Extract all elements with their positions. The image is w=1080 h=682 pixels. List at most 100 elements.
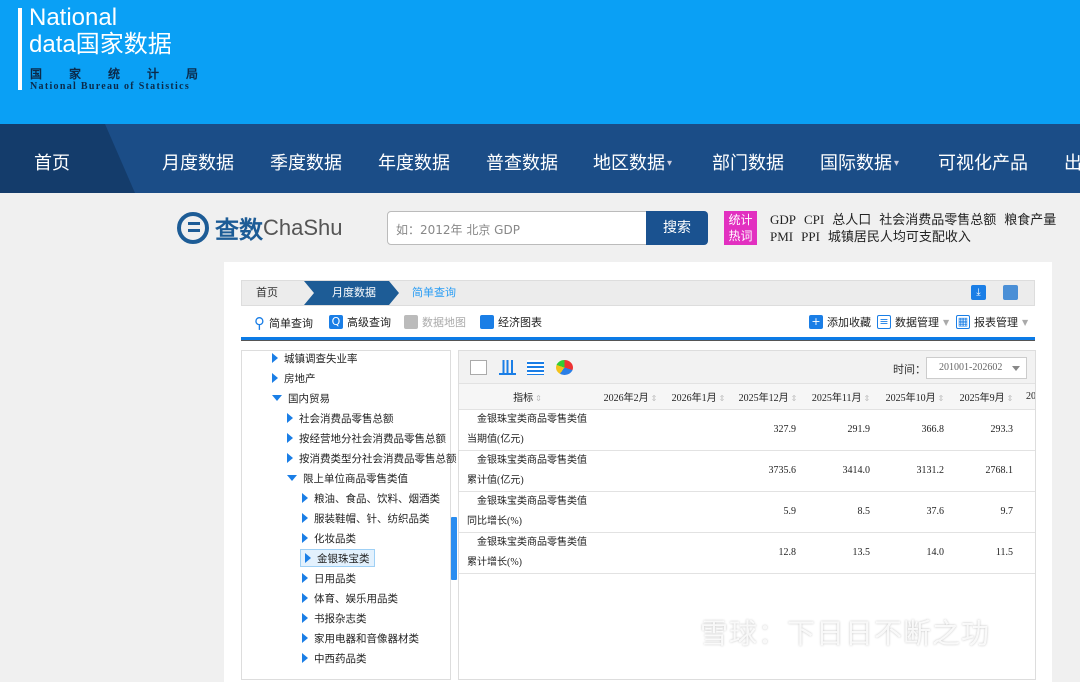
value-cell bbox=[665, 409, 732, 451]
nav-item[interactable]: 国际数据 ▾ bbox=[820, 124, 899, 193]
tree-node[interactable]: 体育、娱乐用品类 bbox=[302, 589, 398, 607]
sort-icon[interactable]: ⇕ bbox=[651, 394, 658, 403]
hot-word-link[interactable]: PMI bbox=[770, 229, 793, 244]
nav-item[interactable]: 普查数据 bbox=[486, 124, 558, 193]
hot-word-link[interactable]: 城镇居民人均可支配收入 bbox=[828, 229, 971, 244]
nav-item[interactable]: 月度数据 bbox=[162, 124, 234, 193]
tree-scrollbar[interactable] bbox=[451, 517, 457, 580]
tree-node[interactable]: 限上单位商品零售类值 bbox=[287, 469, 408, 487]
sort-icon[interactable]: ⇕ bbox=[863, 394, 870, 403]
column-header[interactable]: 2026年1月 ⇕ bbox=[665, 384, 732, 410]
data-management-menu[interactable]: ≡ 数据管理 ▼ bbox=[877, 314, 949, 330]
caret-right-icon bbox=[302, 493, 308, 503]
tree-node[interactable]: 日用品类 bbox=[302, 569, 356, 587]
nav-item[interactable]: 地区数据 ▾ bbox=[593, 124, 672, 193]
search-button[interactable]: 搜索 bbox=[646, 211, 708, 245]
nav-item[interactable]: 首页 bbox=[34, 124, 70, 193]
tree-node[interactable]: 中西药品类 bbox=[302, 649, 367, 667]
caret-right-icon bbox=[302, 573, 308, 583]
caret-down-icon bbox=[272, 395, 282, 401]
hot-word-link[interactable]: PPI bbox=[801, 229, 820, 244]
column-header[interactable]: 2026年2月 ⇕ bbox=[596, 384, 665, 410]
tree-node-label: 按消费类型分社会消费品零售总额 bbox=[299, 452, 457, 465]
advanced-query-button[interactable]: Q 高级查询 bbox=[329, 314, 391, 330]
value-cell: 366.8 bbox=[878, 409, 952, 451]
column-header-label: 2025年11月 bbox=[811, 392, 862, 404]
value-cell bbox=[1021, 532, 1035, 574]
value-cell bbox=[665, 532, 732, 574]
sort-icon[interactable]: ⇕ bbox=[938, 394, 945, 403]
indicator-cell: 金银珠宝类商品零售类值 累计值(亿元) bbox=[459, 450, 596, 492]
tree-node[interactable]: 社会消费品零售总额 bbox=[287, 409, 394, 427]
tree-node[interactable]: 按消费类型分社会消费品零售总额 bbox=[287, 449, 457, 467]
report-management-menu[interactable]: ▦ 报表管理 ▼ bbox=[956, 314, 1028, 330]
tree-node[interactable]: 房地产 bbox=[272, 369, 316, 387]
tree-node-label: 按经营地分社会消费品零售总额 bbox=[299, 432, 446, 445]
breadcrumb-home[interactable]: 首页 bbox=[256, 281, 278, 305]
data-map-button[interactable]: 数据地图 bbox=[404, 314, 466, 330]
hot-word-link[interactable]: 社会消费品零售总额 bbox=[879, 212, 996, 227]
label: 数据地图 bbox=[422, 316, 466, 329]
simple-query-button[interactable]: ⚲ 简单查询 bbox=[254, 314, 313, 332]
tree-node[interactable]: 金银珠宝类 bbox=[300, 549, 375, 567]
sort-icon[interactable]: ⇕ bbox=[791, 394, 798, 403]
bar-chart-icon[interactable] bbox=[499, 360, 516, 375]
value-cell: 293.3 bbox=[952, 409, 1021, 451]
logo-text: National bbox=[29, 4, 118, 31]
map-icon bbox=[404, 315, 418, 329]
indicator-tree: 城镇调查失业率 房地产国内贸易社会消费品零售总额按经营地分社会消费品零售总额 按消费… bbox=[241, 349, 457, 680]
sort-icon[interactable]: ⇕ bbox=[1007, 394, 1014, 403]
sort-icon[interactable]: ⇕ bbox=[535, 394, 542, 403]
time-range-select[interactable]: 201001-202602 bbox=[926, 357, 1027, 379]
add-favorite-button[interactable]: + 添加收藏 bbox=[809, 314, 871, 330]
tree-node[interactable]: 按经营地分社会消费品零售总额 bbox=[287, 429, 446, 447]
tree-node[interactable]: 服装鞋帽、针、纺织品类 bbox=[302, 509, 430, 527]
hot-word-link[interactable]: GDP bbox=[770, 212, 796, 227]
logo-text: 国家统计局 bbox=[30, 67, 226, 81]
sort-icon[interactable]: ⇕ bbox=[719, 394, 726, 403]
column-header[interactable]: 2025年11月 ⇕ bbox=[804, 384, 878, 410]
nav-item[interactable]: 部门数据 bbox=[712, 124, 784, 193]
tree-node[interactable]: 国内贸易 bbox=[272, 389, 330, 407]
label: 简单查询 bbox=[269, 317, 313, 330]
horizontal-bar-icon[interactable] bbox=[527, 360, 544, 375]
label: 经济图表 bbox=[498, 316, 542, 329]
breadcrumb-monthly[interactable]: 月度数据 bbox=[304, 281, 399, 305]
caret-right-icon bbox=[302, 513, 308, 523]
column-header[interactable]: 指标 ⇕ bbox=[459, 384, 596, 410]
hot-word-link[interactable]: CPI bbox=[804, 212, 824, 227]
column-header-label: 2025年12月 bbox=[738, 392, 789, 404]
nav-item[interactable]: 可视化产品 bbox=[938, 124, 1028, 193]
breadcrumb-simple-query[interactable]: 简单查询 bbox=[412, 281, 456, 305]
nav-item[interactable]: 出 bbox=[1064, 124, 1080, 193]
hot-word-link[interactable]: 粮食产量 bbox=[1004, 212, 1056, 227]
tree-node[interactable]: 粮油、食品、饮料、烟酒类 bbox=[302, 489, 440, 507]
tree-node[interactable]: 化妆品类 bbox=[302, 529, 356, 547]
hot-word-link[interactable]: 总人口 bbox=[832, 212, 871, 227]
indicator-name: 金银珠宝类商品零售类值 bbox=[477, 495, 587, 507]
tree-node[interactable]: 家用电器和音像器材类 bbox=[302, 629, 419, 647]
tree-node[interactable]: 书报杂志类 bbox=[302, 609, 367, 627]
column-header[interactable]: 20 bbox=[1021, 384, 1035, 410]
download-icon[interactable]: ⤓ bbox=[971, 285, 986, 300]
column-header[interactable]: 2025年10月 ⇕ bbox=[878, 384, 952, 410]
indicator-name: 累计值(亿元) bbox=[467, 474, 524, 486]
print-icon[interactable] bbox=[1003, 285, 1018, 300]
nav-item[interactable]: 季度数据 bbox=[270, 124, 342, 193]
nav-label: 出 bbox=[1064, 153, 1080, 174]
table-view-icon[interactable] bbox=[470, 360, 487, 375]
chevron-down-icon: ▾ bbox=[894, 158, 900, 169]
economic-chart-button[interactable]: 经济图表 bbox=[480, 314, 542, 330]
nav-label: 部门数据 bbox=[712, 153, 784, 174]
pie-chart-icon[interactable] bbox=[556, 360, 573, 375]
tree-node[interactable]: 城镇调查失业率 bbox=[272, 349, 358, 367]
nav-item[interactable]: 年度数据 bbox=[378, 124, 450, 193]
data-table: 指标 ⇕ 2026年2月 ⇕ 2026年1月 ⇕ 2025年12月 ⇕ 2025年11月 ⇕ 202… bbox=[459, 384, 1035, 574]
column-header[interactable]: 2025年12月 ⇕ bbox=[732, 384, 804, 410]
value-cell: 5.9 bbox=[732, 491, 804, 533]
column-header[interactable]: 2025年9月 ⇕ bbox=[952, 384, 1021, 410]
caret-right-icon bbox=[272, 373, 278, 383]
nav-label: 季度数据 bbox=[270, 153, 342, 174]
column-header-label: 2025年10月 bbox=[885, 392, 936, 404]
search-input[interactable]: 如：2012年 北京 GDP bbox=[387, 211, 647, 245]
